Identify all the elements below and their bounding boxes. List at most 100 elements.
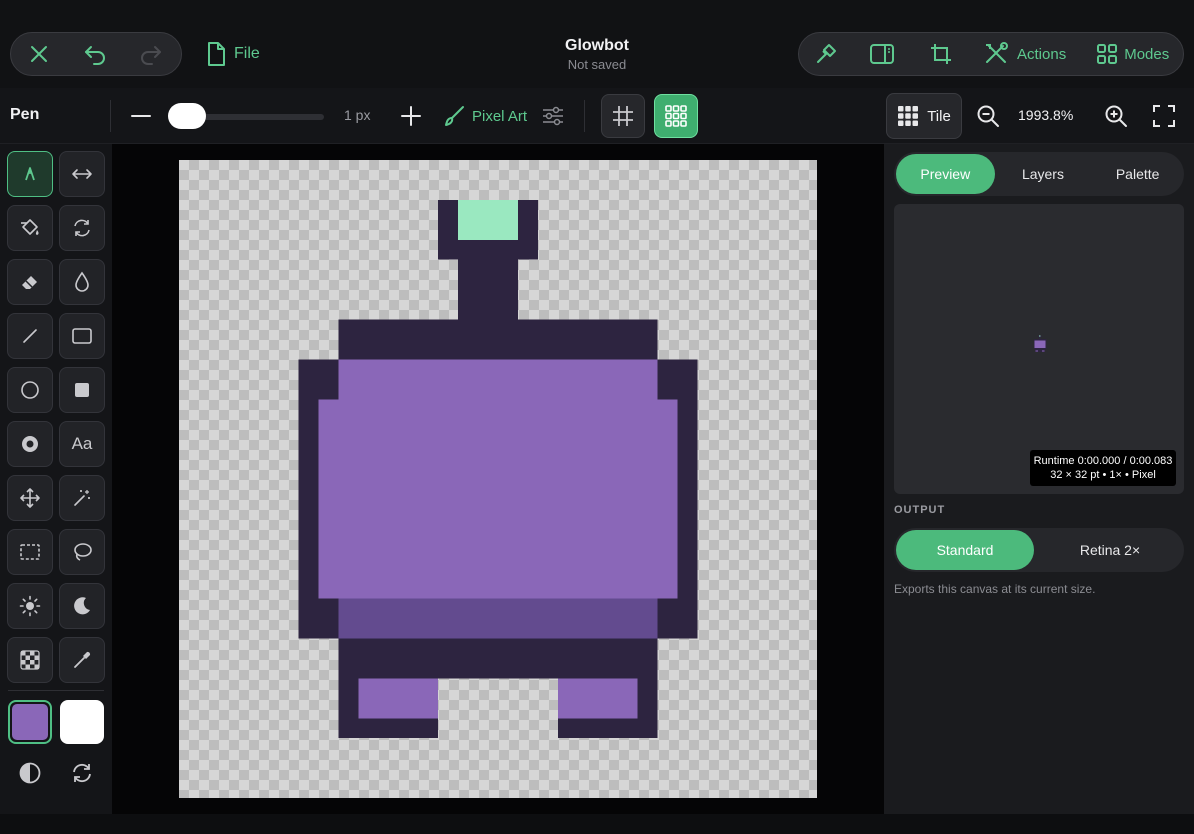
tool-line[interactable] <box>7 313 53 359</box>
tool-rect-select[interactable] <box>7 529 53 575</box>
tool-dither[interactable] <box>7 637 53 683</box>
zoom-in-button[interactable] <box>1104 104 1128 128</box>
zoom-out-button[interactable] <box>976 104 1000 128</box>
lasso-icon <box>74 543 92 561</box>
tool-blur[interactable] <box>59 259 105 305</box>
top-right-controls: Actions Modes <box>798 32 1184 76</box>
tool-filled-rectangle[interactable] <box>59 367 105 413</box>
drawing-canvas[interactable] <box>179 160 817 798</box>
right-panel: Preview Layers Palette Runtime 0:00.000 … <box>884 144 1194 814</box>
output-retina[interactable]: Retina 2× <box>1036 530 1184 570</box>
move-icon <box>20 488 40 508</box>
history-controls <box>10 32 182 76</box>
primary-color-swatch[interactable] <box>8 700 52 744</box>
tool-options-bar: Pen 1 px Pixel Art Tile 1993.8% <box>0 88 1194 144</box>
arrows-horizontal-icon <box>72 169 92 179</box>
tool-eyedropper[interactable] <box>59 637 105 683</box>
brush-size-slider-thumb[interactable] <box>168 103 206 129</box>
file-button[interactable]: File <box>206 40 260 68</box>
runtime-text: Runtime 0:00.000 / 0:00.083 <box>1033 455 1173 467</box>
output-description: Exports this canvas at its current size. <box>894 582 1096 596</box>
preview-thumbnail <box>1033 335 1047 353</box>
swap-colors-button[interactable] <box>67 758 97 788</box>
actions-label: Actions <box>1017 45 1067 63</box>
tool-rectangle[interactable] <box>59 313 105 359</box>
brush-mode-button[interactable]: Pixel Art <box>442 104 527 128</box>
filled-square-icon <box>75 383 89 397</box>
tool-eraser[interactable] <box>7 259 53 305</box>
decrease-size-button[interactable] <box>130 106 152 126</box>
tools-icon <box>986 42 1008 63</box>
secondary-color-swatch[interactable] <box>60 700 104 744</box>
adjust-button[interactable] <box>801 32 851 76</box>
output-section-label: OUTPUT <box>894 504 946 516</box>
zoom-out-icon <box>977 105 999 127</box>
close-icon <box>31 46 47 62</box>
tool-text[interactable]: Aa <box>59 421 105 467</box>
increase-size-button[interactable] <box>400 105 422 127</box>
tool-pen[interactable] <box>7 151 53 197</box>
minus-icon <box>131 115 151 117</box>
plus-icon <box>401 106 421 126</box>
line-icon <box>23 329 37 343</box>
tile-grid-icon <box>898 106 919 126</box>
file-icon <box>208 42 225 66</box>
divider <box>8 690 104 691</box>
pixel-grid-toggle-button[interactable] <box>654 94 698 138</box>
tab-preview[interactable]: Preview <box>896 154 995 194</box>
grid-toggle-button[interactable] <box>601 94 645 138</box>
fullscreen-icon <box>1153 105 1175 127</box>
tool-darken[interactable] <box>59 583 105 629</box>
animation-preview: Runtime 0:00.000 / 0:00.083 32 × 32 pt •… <box>894 204 1184 494</box>
sidebar-icon <box>870 44 894 64</box>
contrast-icon <box>19 762 41 784</box>
top-bar: File Glowbot Not saved Actions Modes <box>0 0 1194 88</box>
tool-filled-ellipse[interactable] <box>7 421 53 467</box>
divider <box>584 100 585 132</box>
output-standard[interactable]: Standard <box>896 530 1034 570</box>
tool-lasso[interactable] <box>59 529 105 575</box>
marquee-icon <box>20 544 40 560</box>
canvas-info-text: 32 × 32 pt • 1× • Pixel <box>1050 469 1156 481</box>
close-button[interactable] <box>11 32 67 76</box>
undo-button[interactable] <box>67 32 123 76</box>
text-icon: Aa <box>71 434 93 453</box>
redo-button[interactable] <box>123 32 179 76</box>
tool-ellipse[interactable] <box>7 367 53 413</box>
filled-circle-icon <box>22 436 38 452</box>
modes-button[interactable]: Modes <box>1096 32 1169 76</box>
swap-icon <box>73 763 91 783</box>
paint-bucket-icon <box>21 219 39 235</box>
tool-palette: Aa <box>0 144 112 814</box>
current-tool-name: Pen <box>10 106 40 123</box>
pen-icon <box>25 167 35 181</box>
tool-lighten[interactable] <box>7 583 53 629</box>
tool-move[interactable] <box>7 475 53 521</box>
fit-screen-button[interactable] <box>1152 104 1176 128</box>
circle-icon <box>21 381 39 399</box>
tab-layers[interactable]: Layers <box>997 154 1090 194</box>
sidebar-toggle-button[interactable] <box>851 32 913 76</box>
actions-button[interactable]: Actions <box>983 32 1066 76</box>
refresh-icon <box>74 219 90 237</box>
zoom-in-icon <box>1105 105 1127 127</box>
contrast-button[interactable] <box>15 758 45 788</box>
tile-button[interactable]: Tile <box>886 93 962 139</box>
crop-button[interactable] <box>913 32 969 76</box>
brush-settings-button[interactable] <box>541 104 565 128</box>
undo-icon <box>85 46 105 65</box>
sprite-glowbot <box>298 199 698 739</box>
tool-replace[interactable] <box>59 205 105 251</box>
moon-icon <box>74 597 90 615</box>
magic-wand-icon <box>74 490 90 506</box>
tile-label: Tile <box>927 107 951 125</box>
tool-symmetry[interactable] <box>59 151 105 197</box>
rectangle-icon <box>72 328 92 344</box>
tab-palette[interactable]: Palette <box>1091 154 1184 194</box>
brush-icon <box>445 106 464 126</box>
sliders-icon <box>543 106 563 126</box>
eyedropper-icon <box>74 651 91 668</box>
tool-fill[interactable] <box>7 205 53 251</box>
redo-icon <box>141 46 161 65</box>
tool-magic-wand[interactable] <box>59 475 105 521</box>
